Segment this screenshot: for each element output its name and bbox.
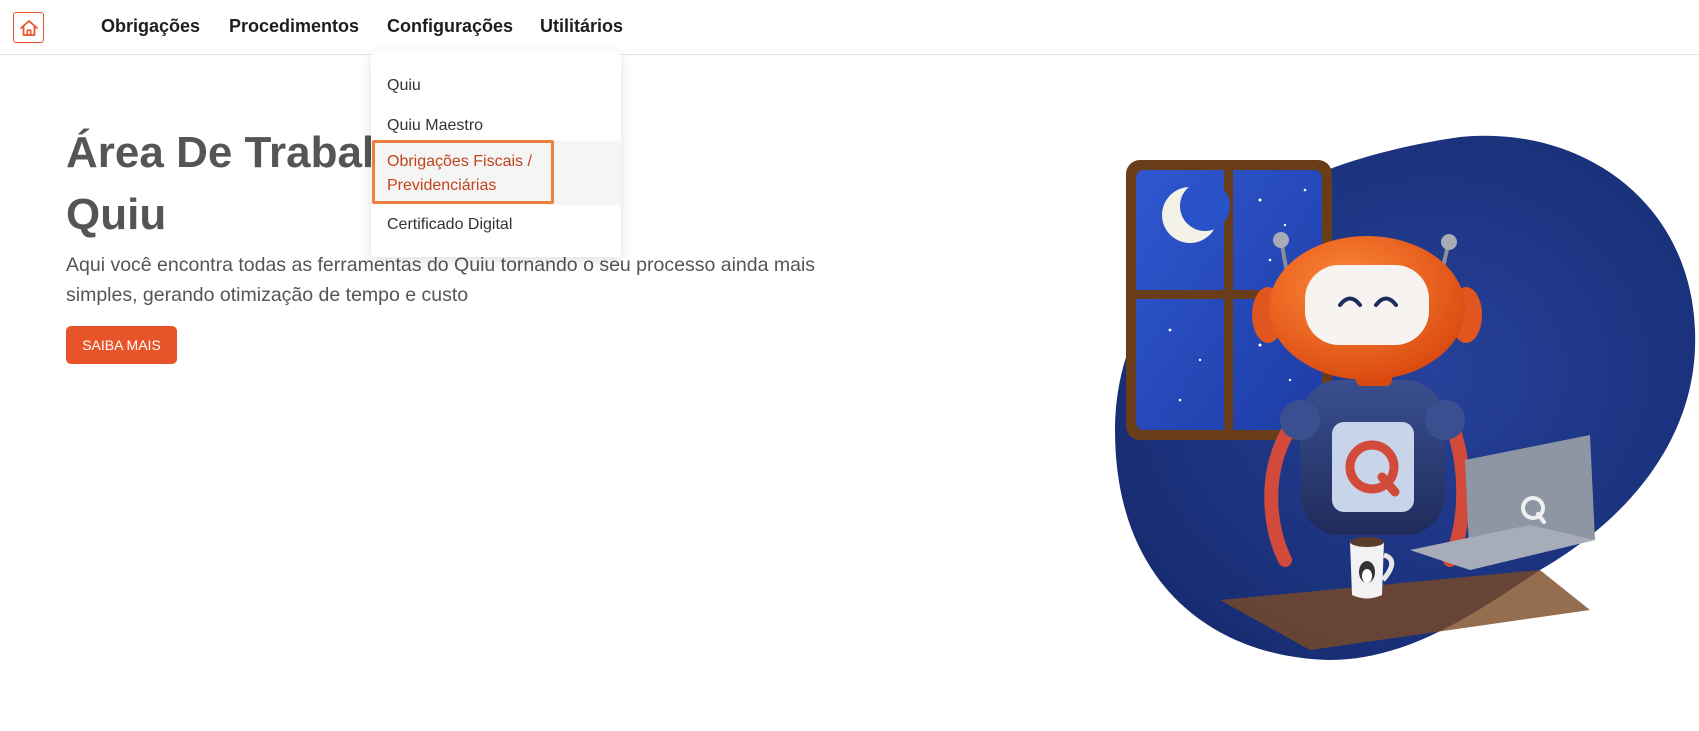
hero-description-line-2: simples, gerando otimização de tempo e c… <box>66 284 469 306</box>
nav-item-procedimentos[interactable]: Procedimentos <box>229 16 359 37</box>
menu-item-label-line-2: Previdenciárias <box>387 177 497 194</box>
saiba-mais-button[interactable]: SAIBA MAIS <box>66 326 177 364</box>
home-button[interactable] <box>13 12 44 43</box>
robot-illustration <box>1115 135 1696 660</box>
nav-item-obrigacoes[interactable]: Obrigações <box>101 16 200 37</box>
menu-item-certificado-digital[interactable]: Certificado Digital <box>371 207 621 243</box>
robot-body <box>1280 380 1465 535</box>
home-icon <box>19 19 38 36</box>
menu-item-quiu[interactable]: Quiu <box>371 68 621 104</box>
nav-item-configuracoes[interactable]: Configurações <box>387 16 513 37</box>
top-navigation-bar: Obrigações Procedimentos Configurações U… <box>0 0 1699 55</box>
hero-description-line-1: Aqui você encontra todas as ferramentas … <box>66 254 816 276</box>
page-title-line-2: Quiu <box>66 190 167 239</box>
menu-item-obrigacoes-fiscais-previdenciarias[interactable]: Obrigações Fiscais / Previdenciárias <box>371 141 621 205</box>
menu-item-quiu-maestro[interactable]: Quiu Maestro <box>371 108 621 144</box>
nav-item-utilitarios[interactable]: Utilitários <box>540 16 623 37</box>
configuracoes-dropdown-menu: Quiu Quiu Maestro Obrigações Fiscais / P… <box>371 51 621 257</box>
menu-item-label-line-1: Obrigações Fiscais / <box>387 153 532 170</box>
hero-description: Aqui você encontra todas as ferramentas … <box>66 250 866 310</box>
